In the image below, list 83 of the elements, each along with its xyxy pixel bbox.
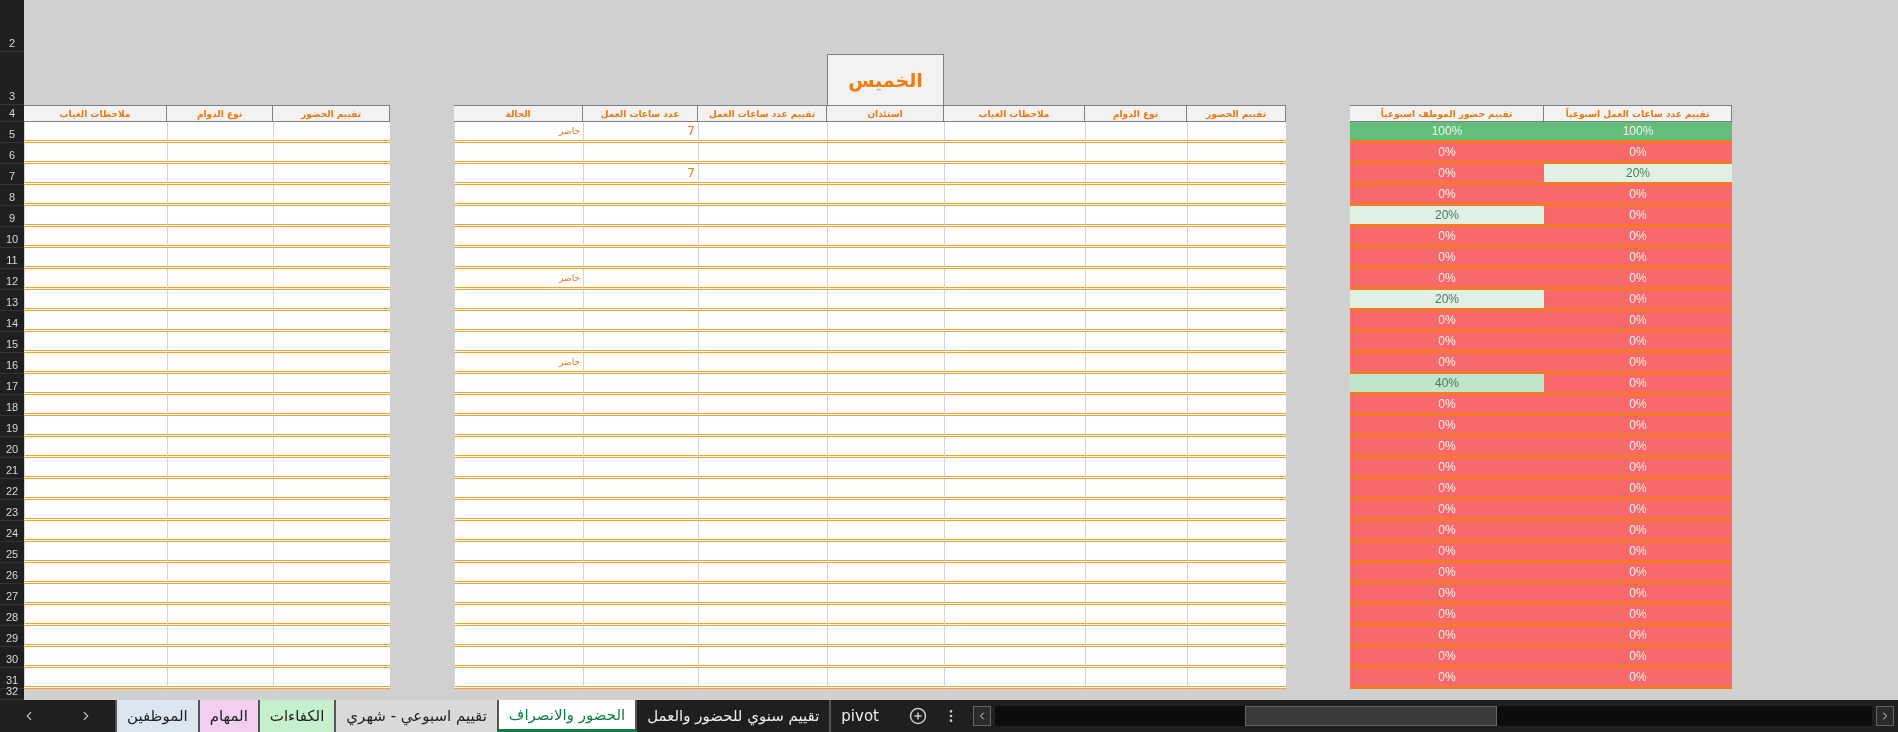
percent-cell: 0% [1544, 353, 1732, 374]
column-header: تقييم عدد ساعات العمل اسبوعياً [1544, 105, 1732, 122]
percent-cell: 0% [1544, 605, 1732, 626]
percent-cell: 0% [1544, 143, 1732, 164]
sheet-tab[interactable]: المهام [197, 700, 258, 732]
percent-cell: 0% [1544, 311, 1732, 332]
column-header: تقييم حضور الموظف اسبوعياً [1350, 105, 1544, 122]
table-cell: حاضر [454, 353, 583, 374]
sheet-tab[interactable]: تقييم اسبوعي - شهري [334, 700, 497, 732]
percent-cell: 0% [1544, 185, 1732, 206]
percent-cell: 0% [1350, 542, 1544, 563]
percent-cell: 0% [1544, 416, 1732, 437]
column-header: ملاحظات الغياب [24, 105, 167, 122]
percent-cell: 0% [1544, 584, 1732, 605]
percent-cell: 0% [1350, 521, 1544, 542]
percent-cell: 0% [1544, 647, 1732, 668]
percent-cell: 0% [1350, 311, 1544, 332]
column-header: نوع الدوام [1085, 105, 1187, 122]
percent-cell: 20% [1350, 206, 1544, 227]
percent-cell: 20% [1350, 290, 1544, 311]
scroll-left-button[interactable] [972, 706, 991, 726]
percent-cell: 0% [1544, 248, 1732, 269]
column-header: نوع الدوام [167, 105, 273, 122]
table-cell: حاضر [454, 269, 583, 290]
table-cell: 7 [583, 164, 698, 185]
percent-cell: 100% [1544, 122, 1732, 143]
percent-cell: 0% [1544, 269, 1732, 290]
scroll-right-button[interactable] [1876, 706, 1894, 726]
table-cell: حاضر [454, 122, 583, 143]
percent-cell: 0% [1544, 206, 1732, 227]
row-number: 2 [0, 0, 24, 52]
percent-cell: 0% [1544, 374, 1732, 395]
percent-cell: 0% [1350, 584, 1544, 605]
percent-cell: 40% [1350, 374, 1544, 395]
percent-cell: 0% [1350, 353, 1544, 374]
percent-cell: 0% [1350, 395, 1544, 416]
percent-cell: 0% [1350, 227, 1544, 248]
percent-cell: 0% [1544, 479, 1732, 500]
percent-cell: 0% [1544, 395, 1732, 416]
percent-cell: 0% [1350, 479, 1544, 500]
percent-cell: 0% [1350, 332, 1544, 353]
percent-cell: 0% [1544, 227, 1732, 248]
sheet-tab[interactable]: الحضور والانصراف [496, 700, 636, 732]
percent-cell: 0% [1350, 143, 1544, 164]
percent-cell: 0% [1350, 185, 1544, 206]
add-icon[interactable] [908, 707, 927, 725]
percent-cell: 20% [1544, 164, 1732, 185]
percent-cell: 0% [1350, 269, 1544, 290]
percent-cell: 0% [1544, 563, 1732, 584]
column-header: عدد ساعات العمل [583, 105, 698, 122]
percent-cell: 0% [1350, 416, 1544, 437]
percent-cell: 0% [1350, 626, 1544, 647]
sheet-tab[interactable]: الموظفين [115, 700, 198, 732]
percent-cell: 0% [1350, 437, 1544, 458]
row-number: 3 [0, 52, 24, 105]
percent-cell: 0% [1350, 248, 1544, 269]
percent-cell: 0% [1544, 458, 1732, 479]
percent-cell: 0% [1544, 521, 1732, 542]
percent-cell: 100% [1350, 122, 1544, 143]
column-header: الحالة [454, 105, 583, 122]
table-cell: 7 [583, 122, 698, 143]
percent-cell: 0% [1544, 437, 1732, 458]
column-header: استئذان [827, 105, 944, 122]
percent-cell: 0% [1544, 626, 1732, 647]
percent-cell: 0% [1350, 647, 1544, 668]
percent-cell: 0% [1350, 563, 1544, 584]
percent-cell: 0% [1350, 164, 1544, 185]
column-header: تقييم الحضور [1187, 105, 1286, 122]
percent-cell: 0% [1350, 500, 1544, 521]
percent-cell: 0% [1544, 668, 1732, 689]
percent-cell: 0% [1350, 668, 1544, 689]
day-title: الخميس [827, 54, 944, 105]
percent-cell: 0% [1544, 332, 1732, 353]
column-header: تقييم الحضور [273, 105, 390, 122]
percent-cell: 0% [1544, 542, 1732, 563]
percent-cell: 0% [1350, 605, 1544, 626]
column-header: ملاحظات الغياب [944, 105, 1085, 122]
percent-cell: 0% [1350, 458, 1544, 479]
percent-cell: 0% [1544, 290, 1732, 311]
sheet-tab[interactable]: الكفاءات [257, 700, 335, 732]
column-header: تقييم عدد ساعات العمل [698, 105, 827, 122]
percent-cell: 0% [1544, 500, 1732, 521]
scrollbar-thumb[interactable] [1244, 706, 1497, 726]
